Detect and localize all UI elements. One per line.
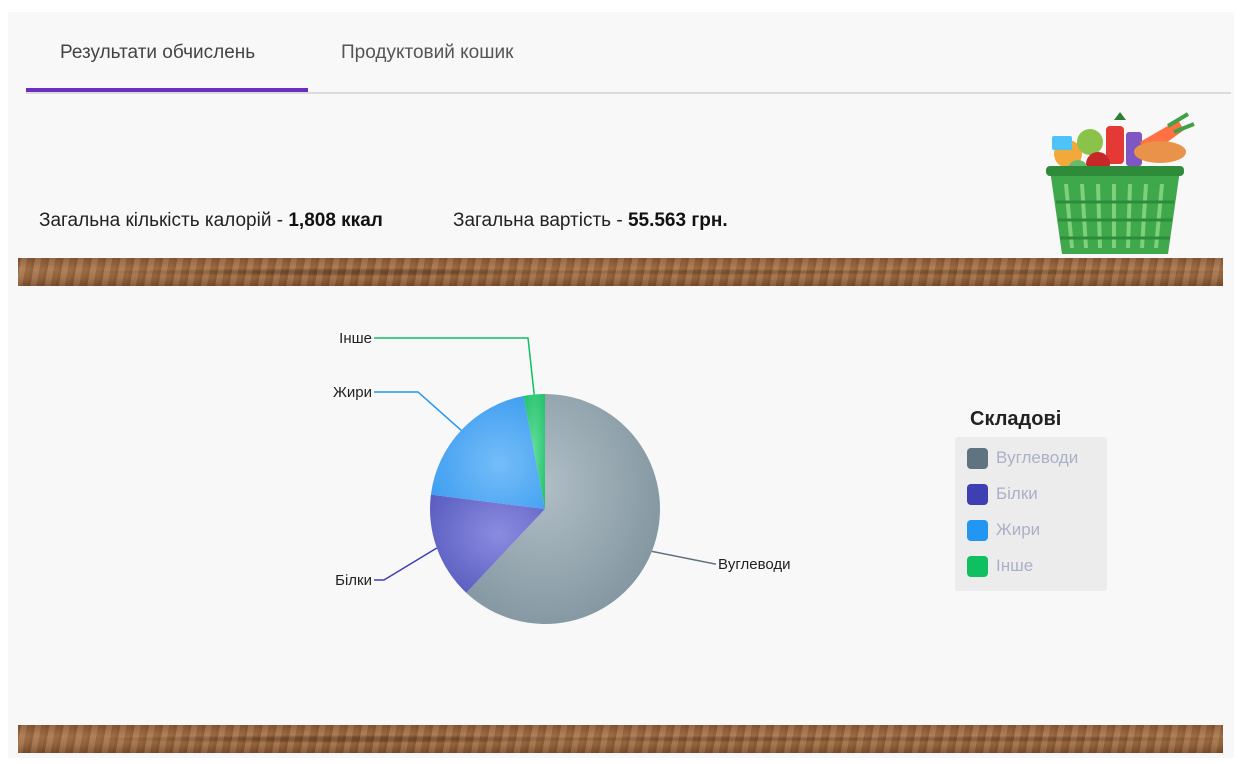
wood-divider-bottom [18,725,1223,753]
active-tab-indicator [26,88,308,92]
total-cost: Загальна вартість - 55.563 грн. [453,210,728,232]
legend-swatch [967,483,988,505]
pie-label-1: Вуглеводи [718,556,791,573]
label-connector-1 [651,550,716,565]
legend-item-2[interactable]: Білки [967,483,1038,505]
pie-label-2: Білки [335,572,372,589]
tab-results[interactable]: Результати обчислень [60,42,255,64]
legend-item-4[interactable]: Інше [967,555,1033,577]
chart-legend: Вуглеводи Білки Жири Інше [955,437,1107,591]
legend-item-3[interactable]: Жири [967,519,1040,541]
label-connector-2 [374,547,438,581]
tab-bar: Результати обчислень Продуктовий кошик [26,12,1231,94]
macro-pie-chart: Вуглеводи Білки Жири Інше [333,330,791,624]
legend-swatch [967,447,988,469]
legend-label: Білки [996,484,1038,503]
grocery-basket-icon [1046,112,1195,254]
legend-label: Жири [996,520,1041,539]
legend-item-1[interactable]: Вуглеводи [967,447,1078,469]
tab-grocery-basket[interactable]: Продуктовий кошик [341,42,513,64]
label-connector-4 [374,337,535,395]
calories-label: Загальна кількість калорій - [39,210,289,231]
legend-title: Складові [970,408,1062,430]
legend-label: Інше [996,556,1034,575]
cost-label: Загальна вартість - [453,210,628,231]
calories-value: 1,808 ккал [288,210,383,231]
label-connector-3 [374,391,462,431]
pie-label-3: Жири [333,384,372,401]
pie-label-4: Інше [339,330,372,347]
legend-swatch [967,555,988,577]
cost-value: 55.563 грн. [627,210,728,231]
legend-swatch [967,519,988,541]
wood-divider-top [18,258,1223,286]
legend-label: Вуглеводи [996,448,1079,467]
total-calories: Загальна кількість калорій - 1,808 ккал [39,210,383,232]
